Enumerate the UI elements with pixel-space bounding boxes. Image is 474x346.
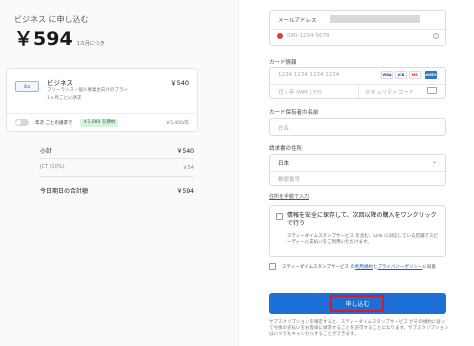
plan-price: ￥540 bbox=[170, 79, 189, 87]
email-field[interactable] bbox=[330, 15, 420, 23]
country-select[interactable]: 日本 bbox=[278, 159, 289, 167]
email-label: メールアドレス bbox=[278, 18, 317, 24]
subscribe-button-label: 申し込む bbox=[345, 301, 370, 308]
amex-icon: AMEX bbox=[425, 71, 437, 79]
monthly-price: ￥594 bbox=[14, 28, 73, 50]
total-value: ￥594 bbox=[176, 188, 194, 195]
cardholder-label: カード保有者の名前 bbox=[269, 110, 319, 116]
payment-form-pane: メールアドレス 090-1234-5678 i カード情報 1234 1234 … bbox=[238, 0, 474, 346]
terms-suffix: に同意 bbox=[422, 265, 436, 270]
terms-prefix: スティーダイムスタンプサービス の bbox=[282, 265, 355, 270]
annual-billing-toggle[interactable] bbox=[15, 119, 29, 126]
subtotal-row: 小計 ￥540 bbox=[40, 146, 194, 155]
expiry-input[interactable]: 月 / 年 (MM / YY) bbox=[278, 88, 322, 96]
address-field-group: 日本 ⌄ 郵便番号 bbox=[269, 154, 446, 186]
cvc-card-icon bbox=[427, 87, 437, 94]
contact-field-group: メールアドレス 090-1234-5678 i bbox=[269, 10, 446, 46]
postal-code-input[interactable]: 郵便番号 bbox=[278, 175, 300, 183]
cardholder-field[interactable]: 氏名 bbox=[269, 118, 446, 136]
save-info-note: スティーダイムスタンプサービス を含む、Link に対応している店舗でスピーディ… bbox=[287, 234, 438, 245]
terms-checkbox[interactable] bbox=[269, 263, 276, 270]
price-row: ￥594 1カ月につき bbox=[14, 30, 105, 49]
terms-link[interactable]: 利用規約 bbox=[355, 265, 373, 270]
subscribe-button[interactable]: 申し込む bbox=[269, 293, 446, 314]
phone-input[interactable]: 090-1234-5678 bbox=[287, 33, 329, 39]
tax-label: JCT (10%) bbox=[40, 164, 65, 170]
product-logo: Sta bbox=[15, 81, 39, 92]
cvc-input[interactable]: セキュリティコード bbox=[365, 88, 414, 96]
plan-description: フリーランス・個人事業主向けのプラン bbox=[47, 88, 128, 93]
divider bbox=[358, 84, 359, 98]
tax-value: ￥54 bbox=[182, 165, 194, 171]
annual-billing-label: 年次 ごとの請求で bbox=[35, 121, 73, 126]
card-info-label: カード情報 bbox=[269, 60, 297, 66]
divider bbox=[270, 29, 445, 30]
jcb-icon: JCB bbox=[395, 71, 407, 79]
total-row: 今日期日の合計額 ￥594 bbox=[40, 186, 194, 195]
card-number-input[interactable]: 1234 1234 1234 1234 bbox=[278, 72, 339, 78]
mastercard-icon: MC bbox=[409, 71, 421, 79]
save-info-title: 情報を安全に保存して、次回以降の購入をワンクリックで行う bbox=[287, 212, 437, 227]
savings-badge: ￥1,080 を節約 bbox=[80, 119, 119, 127]
manual-address-link[interactable]: 住所を手動で入力 bbox=[269, 193, 309, 200]
japan-flag-icon[interactable] bbox=[277, 33, 283, 39]
order-summary-pane: ビジネス に申し込む ￥594 1カ月につき Sta ビジネス フリーランス・個… bbox=[0, 0, 238, 346]
privacy-link[interactable]: プライバシーポリシー bbox=[377, 265, 422, 270]
tax-row: JCT (10%) ￥54 bbox=[40, 164, 194, 171]
terms-text: スティーダイムスタンプサービス の利用規約とプライバシーポリシーに同意 bbox=[282, 264, 436, 270]
save-info-box: 情報を安全に保存して、次回以降の購入をワンクリックで行う スティーダイムスタンプ… bbox=[269, 205, 446, 257]
visa-icon: VISA bbox=[381, 71, 393, 79]
plan-name: ビジネス bbox=[47, 79, 73, 87]
divider bbox=[40, 158, 194, 159]
divider bbox=[270, 171, 445, 172]
cardholder-input[interactable]: 氏名 bbox=[278, 124, 289, 132]
price-unit: 1カ月につき bbox=[76, 41, 105, 47]
plan-card: Sta ビジネス フリーランス・個人事業主向けのプラン 1ヶ月ごとに請求 ￥54… bbox=[6, 68, 198, 132]
save-info-checkbox[interactable] bbox=[276, 213, 283, 220]
plan-billing-cycle: 1ヶ月ごとに請求 bbox=[47, 96, 82, 101]
chevron-down-icon[interactable]: ⌄ bbox=[432, 158, 437, 165]
annual-price: ￥5,400/年 bbox=[165, 121, 189, 126]
total-label: 今日期日の合計額 bbox=[40, 188, 89, 195]
divider bbox=[40, 176, 194, 177]
subtotal-value: ￥540 bbox=[176, 148, 194, 155]
info-icon: i bbox=[433, 33, 439, 39]
billing-address-label: 請求書の住所 bbox=[269, 146, 303, 152]
card-field-group: 1234 1234 1234 1234 VISA JCB MC AMEX 月 /… bbox=[269, 67, 446, 99]
subscription-disclaimer: サブスクリプションを確定すると、スティーダイムスタンプサービス がその規約に従っ… bbox=[269, 320, 449, 337]
divider bbox=[7, 113, 197, 114]
subscribe-title: ビジネス に申し込む bbox=[14, 15, 89, 24]
subtotal-label: 小計 bbox=[40, 148, 53, 155]
